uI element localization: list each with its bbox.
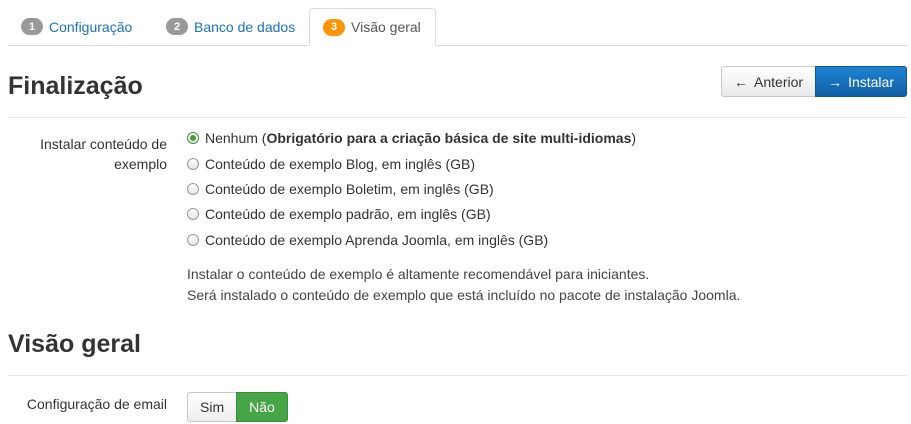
tab-number-badge: 2 bbox=[166, 18, 188, 35]
radio-label-prefix: Nenhum ( bbox=[205, 130, 267, 146]
radio-label: Conteúdo de exemplo Aprenda Joomla, em i… bbox=[205, 232, 549, 248]
radio-button[interactable] bbox=[187, 132, 199, 144]
tab-number-badge: 3 bbox=[323, 18, 345, 36]
radio-label: Conteúdo de exemplo Blog, em inglês (GB) bbox=[205, 156, 476, 172]
sample-content-label-line1: Instalar conteúdo de bbox=[40, 136, 167, 152]
email-yes-button[interactable]: Sim bbox=[187, 392, 238, 422]
previous-button-label: Anterior bbox=[754, 73, 804, 90]
radio-label: Conteúdo de exemplo padrão, em inglês (G… bbox=[205, 206, 491, 222]
arrow-left-icon: ← bbox=[734, 73, 749, 90]
radio-button[interactable] bbox=[187, 183, 199, 195]
divider bbox=[8, 117, 907, 118]
tab-configuracao[interactable]: 1 Configuração bbox=[8, 8, 146, 45]
divider bbox=[8, 375, 907, 376]
radio-button[interactable] bbox=[187, 208, 199, 220]
radio-label: Conteúdo de exemplo Boletim, em inglês (… bbox=[205, 181, 494, 197]
help-line-1: Instalar o conteúdo de exemplo é altamen… bbox=[187, 266, 650, 282]
radio-label-bold: Obrigatório para a criação básica de sit… bbox=[266, 130, 632, 146]
navigation-buttons: ← Anterior → Instalar bbox=[721, 66, 907, 97]
email-config-label: Configuração de email bbox=[26, 396, 167, 412]
radio-option-aprenda-joomla[interactable]: Conteúdo de exemplo Aprenda Joomla, em i… bbox=[187, 232, 548, 248]
previous-button[interactable]: ← Anterior bbox=[721, 66, 817, 97]
overview-title: Visão geral bbox=[8, 330, 141, 358]
radio-option-boletim[interactable]: Conteúdo de exemplo Boletim, em inglês (… bbox=[187, 181, 494, 197]
sample-content-help: Instalar o conteúdo de exemplo é altamen… bbox=[187, 264, 740, 306]
radio-option-blog[interactable]: Conteúdo de exemplo Blog, em inglês (GB) bbox=[187, 156, 475, 172]
tab-label: Configuração bbox=[49, 18, 133, 35]
email-no-button[interactable]: Não bbox=[236, 392, 288, 422]
tab-label: Banco de dados bbox=[194, 18, 296, 35]
radio-label-suffix: ) bbox=[631, 130, 637, 146]
sample-content-label-line2: exemplo bbox=[114, 156, 167, 172]
tab-banco-de-dados[interactable]: 2 Banco de dados bbox=[153, 8, 309, 45]
radio-option-padrao[interactable]: Conteúdo de exemplo padrão, em inglês (G… bbox=[187, 206, 491, 222]
tab-number-badge: 1 bbox=[21, 18, 43, 35]
radio-button[interactable] bbox=[187, 158, 199, 170]
tab-label: Visão geral bbox=[351, 19, 421, 35]
install-button-label: Instalar bbox=[848, 73, 894, 90]
radio-option-none[interactable]: Nenhum (Obrigatório para a criação básic… bbox=[187, 130, 636, 146]
tab-visao-geral[interactable]: 3 Visão geral bbox=[309, 8, 436, 46]
arrow-right-icon: → bbox=[828, 73, 843, 90]
radio-button[interactable] bbox=[187, 234, 199, 246]
finalization-title: Finalização bbox=[8, 72, 143, 100]
wizard-tabs: 1 Configuração 2 Banco de dados 3 Visão … bbox=[8, 8, 907, 46]
radio-label: Nenhum (Obrigatório para a criação básic… bbox=[205, 130, 636, 146]
help-line-2: Será instalado o conteúdo de exemplo que… bbox=[187, 287, 741, 303]
install-button[interactable]: → Instalar bbox=[815, 66, 907, 97]
sample-content-label: Instalar conteúdo de exemplo bbox=[8, 134, 167, 174]
email-config-toggle: Sim Não bbox=[187, 392, 288, 422]
